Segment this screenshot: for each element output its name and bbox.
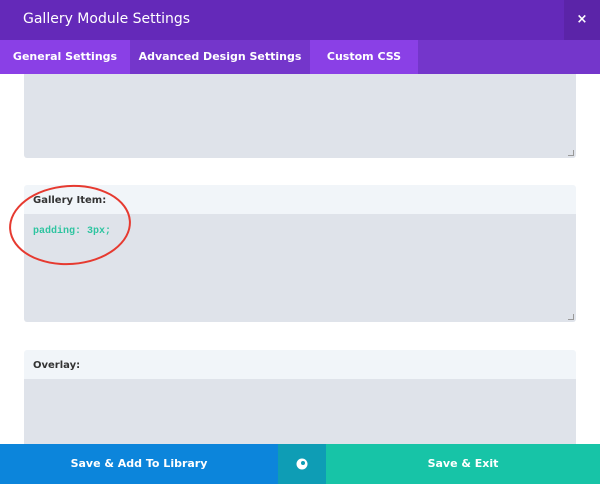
save-add-library-button[interactable]: Save & Add To Library bbox=[0, 444, 278, 484]
resize-handle[interactable] bbox=[568, 314, 574, 320]
previous-css-textarea[interactable] bbox=[24, 74, 576, 158]
close-button[interactable]: × bbox=[564, 0, 600, 40]
tab-advanced-design-settings[interactable]: Advanced Design Settings bbox=[130, 40, 310, 74]
preview-button[interactable] bbox=[278, 444, 326, 484]
tab-bar: General Settings Advanced Design Setting… bbox=[0, 40, 600, 74]
save-exit-button[interactable]: Save & Exit bbox=[326, 444, 600, 484]
tab-custom-css[interactable]: Custom CSS bbox=[310, 40, 418, 74]
modal-title: Gallery Module Settings bbox=[23, 11, 191, 27]
overlay-textarea[interactable] bbox=[24, 379, 576, 444]
resize-handle[interactable] bbox=[568, 150, 574, 156]
tab-general-settings[interactable]: General Settings bbox=[0, 40, 130, 74]
modal-header: Gallery Module Settings × bbox=[0, 0, 600, 40]
modal-footer: Save & Add To Library Save & Exit bbox=[0, 444, 600, 484]
overlay-label: Overlay: bbox=[24, 350, 576, 379]
eye-icon bbox=[296, 458, 308, 470]
